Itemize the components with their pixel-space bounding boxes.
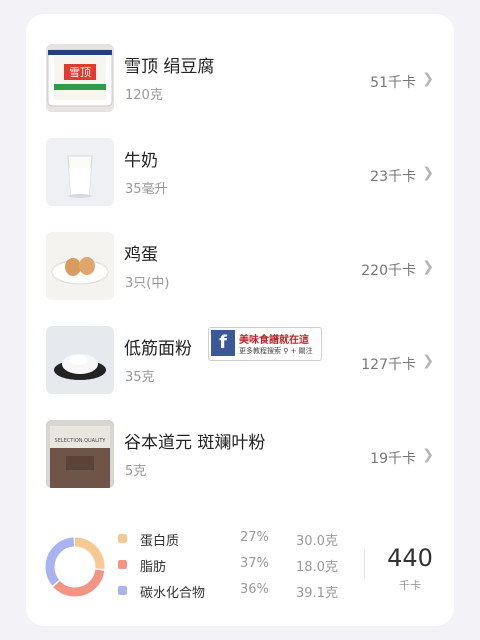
food-list-card: 雪顶 雪顶 绢豆腐 120克 51千卡 ❯ 牛奶 35毫升 23千卡 ❯ 鸡蛋 … [26, 14, 454, 626]
food-name: 谷本道元 斑斓叶粉 [124, 433, 266, 453]
macro-row-protein: 蛋白质 27% 30.0克 [118, 530, 338, 549]
food-amount: 35毫升 [125, 182, 168, 197]
protein-color-dot [118, 534, 127, 543]
tofu-brand-label: 雪顶 [69, 66, 91, 79]
badge-subtitle: 更多教程搜索 ⚲ + 關注 [239, 347, 313, 355]
egg-thumbnail [46, 232, 114, 300]
food-amount: 120克 [125, 88, 163, 103]
divider [364, 550, 365, 578]
macro-grams: 39.1克 [296, 586, 338, 601]
list-item-tofu[interactable]: 雪顶 雪顶 绢豆腐 120克 51千卡 ❯ [26, 34, 454, 114]
nutrition-summary: 蛋白质 27% 30.0克 脂肪 37% 18.0克 碳水化合物 36% 39.… [26, 522, 454, 602]
food-calories: 23千卡 [370, 169, 416, 185]
macro-row-fat: 脂肪 37% 18.0克 [118, 556, 338, 575]
list-item-egg[interactable]: 鸡蛋 3只(中) 220千卡 ❯ [26, 222, 454, 302]
tofu-thumbnail: 雪顶 [46, 44, 114, 112]
total-calories-unit: 千卡 [399, 579, 421, 592]
flour-thumbnail [46, 326, 114, 394]
powder-package-label: SELECTION QUALITY [55, 438, 107, 444]
macro-grams: 30.0克 [296, 534, 338, 549]
food-name: 低筋面粉 [124, 339, 192, 359]
macro-percent: 27% [240, 530, 269, 545]
food-calories: 127千卡 [361, 357, 416, 373]
food-calories: 51千卡 [370, 75, 416, 91]
list-item-milk[interactable]: 牛奶 35毫升 23千卡 ❯ [26, 128, 454, 208]
list-item-pandan-powder[interactable]: SELECTION QUALITY 谷本道元 斑斓叶粉 5克 19千卡 ❯ [26, 410, 454, 490]
macro-row-carbs: 碳水化合物 36% 39.1克 [118, 582, 338, 601]
food-calories: 220千卡 [361, 263, 416, 279]
food-name: 鸡蛋 [124, 245, 158, 265]
badge-title: 美味食譜就在這 [239, 335, 309, 346]
watermark-badge: f 美味食譜就在這 更多教程搜索 ⚲ + 關注 [208, 327, 322, 361]
total-calories: 440 [387, 544, 433, 572]
chevron-right-icon: ❯ [422, 165, 434, 181]
chevron-right-icon: ❯ [422, 259, 434, 275]
macro-percent: 36% [240, 582, 269, 597]
food-calories: 19千卡 [370, 451, 416, 467]
chevron-right-icon: ❯ [422, 353, 434, 369]
food-amount: 3只(中) [125, 276, 170, 291]
macro-donut-chart [45, 537, 105, 597]
milk-thumbnail [46, 138, 114, 206]
carbs-color-dot [118, 586, 127, 595]
macro-percent: 37% [240, 556, 269, 571]
facebook-logo-icon: f [211, 330, 235, 356]
chevron-right-icon: ❯ [422, 71, 434, 87]
macro-label: 脂肪 [140, 560, 167, 575]
macro-label: 蛋白质 [140, 534, 180, 549]
macro-label: 碳水化合物 [140, 586, 206, 601]
pandan-powder-thumbnail: SELECTION QUALITY [46, 420, 114, 488]
food-amount: 35克 [125, 370, 155, 385]
food-name: 牛奶 [124, 151, 158, 171]
macro-grams: 18.0克 [296, 560, 338, 575]
chevron-right-icon: ❯ [422, 447, 434, 463]
fat-color-dot [118, 560, 127, 569]
food-amount: 5克 [125, 464, 147, 479]
food-name: 雪顶 绢豆腐 [124, 57, 215, 77]
